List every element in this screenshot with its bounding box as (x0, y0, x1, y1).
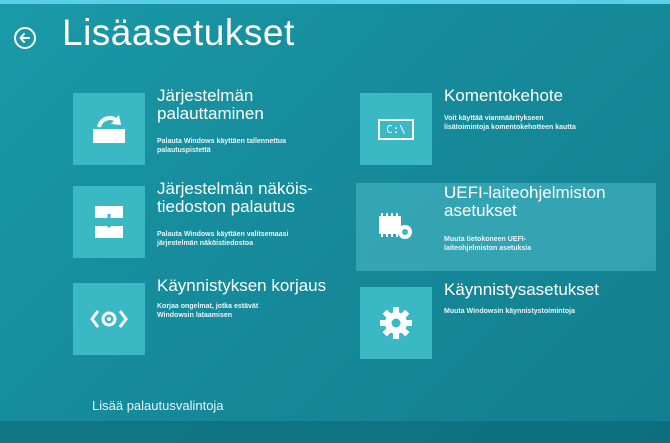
tile-system-image-recovery[interactable]: Järjestelmän näköis- tiedoston palautus … (73, 180, 343, 260)
tile-description: Korjaa ongelmat, jotka estävät Windowsin… (157, 303, 259, 319)
tile-description: Palauta Windows käyttäen valitsemaasi jä… (157, 231, 289, 247)
tile-title: UEFI-laiteohjelmiston asetukset (444, 183, 606, 220)
gear-icon (360, 287, 432, 359)
command-prompt-label: C:\ (378, 118, 414, 140)
tile-title: Järjestelmän palauttaminen (157, 86, 264, 123)
tile-command-prompt[interactable]: C:\ Komentokehote Voit käyttää vianmääri… (360, 87, 640, 167)
startup-repair-icon (73, 283, 145, 355)
system-restore-icon (73, 93, 145, 165)
back-arrow-icon[interactable] (14, 27, 36, 49)
tile-uefi-firmware-settings[interactable]: UEFI-laiteohjelmiston asetukset Muuta ti… (360, 184, 650, 264)
tile-description: Palauta Windows käyttäen tallennettua pa… (157, 138, 287, 154)
screen-bottom-edge (0, 421, 670, 443)
uefi-chip-gear-icon (360, 190, 432, 262)
tile-title: Käynnistysasetukset (444, 280, 599, 299)
tile-description: Muuta Windowsin käynnistystoimintoja (444, 308, 576, 315)
tile-startup-settings[interactable]: Käynnistysasetukset Muuta Windowsin käyn… (360, 281, 650, 361)
command-prompt-icon: C:\ (360, 93, 432, 165)
tile-startup-repair[interactable]: Käynnistyksen korjaus Korjaa ongelmat, j… (73, 277, 343, 357)
page-title: Lisäasetukset (62, 12, 295, 53)
tile-title: Komentokehote (444, 86, 564, 105)
tile-title: Käynnistyksen korjaus (157, 276, 327, 295)
more-recovery-options-link[interactable]: Lisää palautusvalintoja (92, 398, 224, 413)
tile-description: Voit käyttää vianmääritykseen lisätoimin… (444, 115, 576, 131)
tile-title: Järjestelmän näköis- tiedoston palautus (157, 179, 313, 216)
system-image-icon (73, 186, 145, 258)
top-accent-line (0, 0, 670, 4)
tile-description: Muuta tietokoneen UEFI- laiteohjelmiston… (444, 236, 532, 252)
tile-system-restore[interactable]: Järjestelmän palauttaminen Palauta Windo… (73, 87, 333, 167)
